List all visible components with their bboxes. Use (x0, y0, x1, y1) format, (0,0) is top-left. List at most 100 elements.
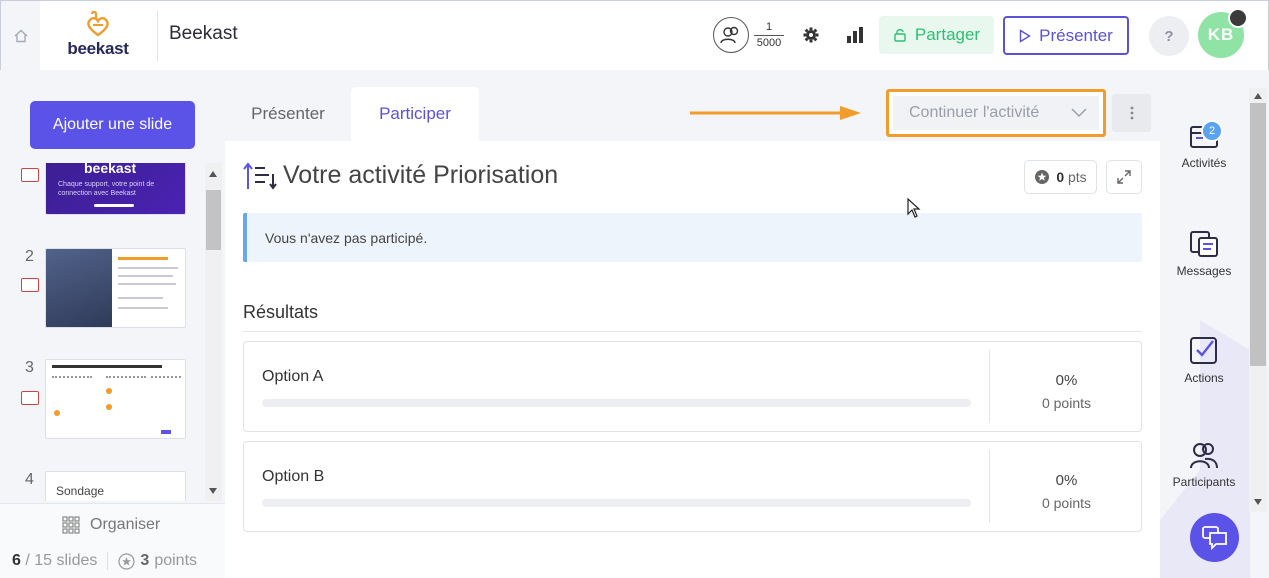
header-divider (157, 11, 158, 61)
top-header: beekast Beekast 1 5000 Partager Présente… (0, 0, 1269, 70)
more-options-button[interactable] (1112, 94, 1151, 132)
activity-title: Votre activité Priorisation (283, 161, 559, 189)
slide-list: beekast Chaque support, votre point de c… (0, 163, 204, 501)
gear-icon (803, 27, 819, 43)
page-scroll-down-icon[interactable] (1254, 499, 1262, 505)
option-progress-bar (262, 399, 971, 407)
bar-chart-icon (847, 27, 863, 43)
messages-label: Messages (1176, 264, 1232, 278)
app-title: Beekast (169, 23, 238, 44)
activity-points-value: 0 (1056, 169, 1065, 185)
prioritization-icon (243, 161, 277, 190)
star-circle-icon (118, 552, 136, 570)
grid-icon (62, 516, 80, 534)
slide-type-icon (21, 168, 39, 182)
mouse-cursor-icon (907, 198, 921, 218)
option-progress-bar (262, 499, 971, 507)
slide-list-scrollbar-thumb[interactable] (206, 190, 221, 250)
present-label: Présenter (1039, 25, 1113, 45)
actions-icon (1190, 337, 1217, 364)
tab-present[interactable]: Présenter (225, 87, 351, 141)
option-label: Option B (262, 468, 325, 485)
slide-number: 2 (25, 248, 34, 265)
sidebar-item-participants[interactable]: Participants (1160, 441, 1248, 489)
home-icon (14, 29, 27, 42)
participant-counter[interactable]: 1 5000 (713, 17, 784, 53)
result-option: Option B 0% 0 points (243, 441, 1142, 532)
continue-activity-select[interactable]: Continuer l'activité (886, 89, 1106, 137)
share-label: Partager (914, 25, 981, 44)
fullscreen-button[interactable] (1106, 160, 1142, 194)
page-scroll-up-icon[interactable] (1254, 93, 1262, 99)
result-option: Option A 0% 0 points (243, 341, 1142, 432)
vertical-dots-icon (1130, 106, 1133, 120)
help-button[interactable]: ? (1149, 16, 1189, 56)
slides-total: / 15 slides (25, 552, 98, 569)
activity-header: Votre activité Priorisation (243, 161, 558, 190)
option-points: 0 points (1041, 395, 1092, 411)
chevron-down-icon (1071, 108, 1087, 118)
thumb-title: Sondage (56, 484, 105, 498)
participants-label: Participants (1172, 475, 1236, 489)
option-label: Option A (262, 368, 324, 385)
tab-participate[interactable]: Participer (351, 87, 479, 141)
organise-label: Organiser (90, 516, 161, 533)
present-button[interactable]: Présenter (1003, 16, 1129, 55)
add-slide-button[interactable]: Ajouter une slide (30, 101, 195, 149)
thumb-title: beekast (84, 163, 137, 176)
slide-thumbnail[interactable] (45, 359, 186, 439)
option-points: 0 points (1041, 495, 1092, 511)
slide-thumbnail[interactable] (45, 248, 186, 328)
star-circle-icon (1035, 170, 1050, 184)
logo-text: beekast (67, 39, 129, 58)
slide-type-icon (21, 391, 39, 405)
lock-icon (894, 29, 906, 42)
beekast-logo[interactable]: beekast (61, 11, 135, 59)
home-button[interactable] (1, 1, 40, 70)
organise-button[interactable]: Organiser (62, 516, 160, 534)
activities-label: Activités (1181, 156, 1227, 170)
scroll-up-icon[interactable] (209, 171, 217, 177)
slide-number: 3 (25, 359, 34, 376)
slide-type-icon (21, 278, 39, 292)
share-button[interactable]: Partager (879, 16, 994, 54)
stats-button[interactable] (843, 23, 867, 47)
messages-icon (1190, 231, 1218, 257)
participants-count-icon (713, 17, 749, 53)
results-divider (243, 331, 1142, 332)
points-button[interactable]: 0 pts (1024, 160, 1097, 194)
expand-icon (1117, 170, 1131, 184)
activities-badge: 2 (1201, 120, 1223, 142)
settings-button[interactable] (799, 23, 823, 47)
slides-stats: 6 / 15 slides 3 points (12, 552, 197, 570)
slide-thumbnail[interactable]: Sondage (45, 471, 186, 501)
participation-notice: Vous n'avez pas participé. (243, 213, 1142, 262)
scroll-down-icon[interactable] (209, 488, 217, 494)
thumb-subtitle: Chaque support, votre point de connectio… (58, 181, 155, 197)
slide-number: 4 (25, 471, 34, 488)
participants-current: 1 (765, 20, 773, 33)
actions-label: Actions (1184, 371, 1224, 385)
bee-logo-icon (87, 11, 109, 37)
results-heading: Résultats (243, 302, 319, 322)
activity-points-unit: pts (1068, 169, 1087, 185)
chat-button[interactable] (1190, 513, 1239, 562)
slides-footer: Organiser 6 / 15 slides 3 points (0, 503, 225, 578)
slide-thumbnail[interactable]: beekast Chaque support, votre point de c… (45, 163, 186, 215)
page-scrollbar-thumb[interactable] (1250, 103, 1266, 366)
option-percent: 0% (1055, 372, 1078, 389)
avatar-status-icon (1228, 8, 1248, 28)
points-value: 3 (140, 552, 150, 569)
play-icon (1019, 28, 1031, 43)
participants-max: 5000 (756, 36, 782, 49)
annotation-arrow-icon (690, 106, 861, 120)
slides-panel: Ajouter une slide beekast Chaque support… (0, 70, 225, 578)
continue-activity-label: Continuer l'activité (909, 104, 1040, 121)
sidebar-item-actions[interactable]: Actions (1160, 335, 1248, 385)
slides-current: 6 (12, 552, 21, 569)
chat-bubbles-icon (1201, 525, 1227, 550)
points-label: points (154, 552, 198, 569)
participants-icon (1190, 443, 1218, 469)
option-percent: 0% (1055, 472, 1078, 489)
sidebar-item-messages[interactable]: Messages (1160, 230, 1248, 278)
